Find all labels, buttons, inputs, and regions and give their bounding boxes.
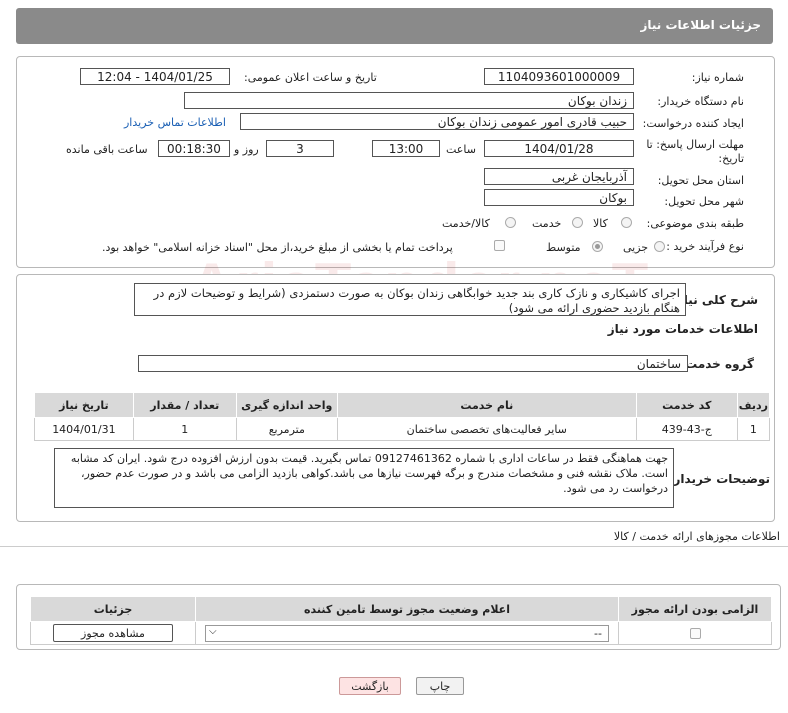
category-option-goods: کالا bbox=[593, 217, 608, 230]
permit-status-select[interactable]: -- ⌵ bbox=[205, 624, 609, 642]
cell-quantity: 1 bbox=[132, 417, 237, 441]
category-radio-goods[interactable] bbox=[621, 217, 632, 228]
services-title: اطلاعات خدمات مورد نیاز bbox=[607, 322, 758, 336]
col-code: کد خدمت bbox=[635, 392, 738, 418]
services-table: ردیف کد خدمت نام خدمت واحد اندازه گیری ت… bbox=[34, 392, 771, 441]
deadline-time-field: 13:00 bbox=[372, 140, 440, 157]
table-row: 1 ج-43-439 سایر فعالیت‌های تخصصی ساختمان… bbox=[34, 417, 771, 441]
deadline-time-label: ساعت bbox=[446, 143, 476, 156]
cell-row: 1 bbox=[736, 417, 771, 441]
days-field: 3 bbox=[266, 140, 334, 157]
creator-field: حبیب قادری امور عمومی زندان بوکان bbox=[240, 113, 634, 130]
city-label: شهر محل تحویل: bbox=[664, 195, 744, 208]
cell-date: 1404/01/31 bbox=[34, 417, 134, 441]
service-group-field: ساختمان bbox=[138, 355, 688, 372]
cell-details: مشاهده مجوز bbox=[30, 621, 196, 645]
cell-required bbox=[618, 621, 772, 645]
col-name: نام خدمت bbox=[336, 392, 637, 418]
need-number-field: 1104093601000009 bbox=[484, 68, 634, 85]
city-field: بوکان bbox=[484, 189, 634, 206]
deadline-label: مهلت ارسال پاسخ: تا bbox=[646, 138, 744, 151]
chevron-down-icon: ⌵ bbox=[209, 625, 217, 637]
deadline-label-date: تاریخ: bbox=[718, 152, 744, 165]
category-option-goods-service: کالا/خدمت bbox=[442, 217, 490, 230]
creator-label: ایجاد کننده درخواست: bbox=[642, 117, 744, 130]
back-button[interactable]: بازگشت bbox=[339, 677, 401, 695]
permits-title: اطلاعات مجوزهای ارائه خدمت / کالا bbox=[613, 530, 780, 543]
page-header: جزئیات اطلاعات نیاز bbox=[16, 8, 773, 44]
summary-textarea[interactable]: اجرای کاشیکاری و نازک کاری بند جدید خواب… bbox=[134, 283, 686, 316]
cell-unit: مترمربع bbox=[235, 417, 338, 441]
buyer-org-label: نام دستگاه خریدار: bbox=[657, 95, 744, 108]
permits-divider bbox=[0, 546, 788, 547]
col-unit: واحد اندازه گیری bbox=[235, 392, 338, 418]
need-number-label: شماره نیاز: bbox=[691, 71, 744, 84]
category-radio-goods-service[interactable] bbox=[505, 217, 516, 228]
announce-date-label: تاریخ و ساعت اعلان عمومی: bbox=[244, 71, 377, 84]
remaining-time-field: 00:18:30 bbox=[158, 140, 230, 157]
buyer-notes-textarea[interactable]: جهت هماهنگی فقط در ساعات اداری با شماره … bbox=[54, 448, 674, 508]
print-button[interactable]: چاپ bbox=[416, 677, 464, 695]
page-title: جزئیات اطلاعات نیاز bbox=[640, 18, 761, 32]
cell-status: -- ⌵ bbox=[195, 621, 619, 645]
col-row: ردیف bbox=[736, 392, 771, 418]
process-label: نوع فرآیند خرید : bbox=[666, 240, 744, 253]
remaining-time-label: ساعت باقی مانده bbox=[66, 143, 148, 156]
category-radio-service[interactable] bbox=[572, 217, 583, 228]
need-info-panel bbox=[16, 56, 775, 268]
service-group-label: گروه خدمت: bbox=[680, 357, 754, 371]
col-date: تاریخ نیاز bbox=[34, 392, 134, 418]
permits-table-header: الزامی بودن ارائه مجوز اعلام وضعیت مجوز … bbox=[30, 596, 772, 622]
services-table-header: ردیف کد خدمت نام خدمت واحد اندازه گیری ت… bbox=[34, 392, 771, 418]
view-permit-button[interactable]: مشاهده مجوز bbox=[53, 624, 173, 642]
permit-status-value: -- bbox=[594, 626, 602, 640]
permits-table: الزامی بودن ارائه مجوز اعلام وضعیت مجوز … bbox=[30, 596, 772, 645]
buyer-notes-label: توضیحات خریدار: bbox=[668, 472, 770, 486]
buyer-contact-link[interactable]: اطلاعات تماس خریدار bbox=[124, 116, 226, 129]
col-quantity: تعداد / مقدار bbox=[132, 392, 237, 418]
buyer-org-field: زندان بوکان bbox=[184, 92, 634, 109]
deadline-date-field: 1404/01/28 bbox=[484, 140, 634, 157]
process-radio-minor[interactable] bbox=[654, 241, 665, 252]
required-checkbox bbox=[689, 628, 701, 639]
table-row: -- ⌵ مشاهده مجوز bbox=[30, 621, 772, 645]
col-details: جزئیات bbox=[30, 596, 196, 622]
province-field: آذربایجان غربی bbox=[484, 168, 634, 185]
cell-code: ج-43-439 bbox=[635, 417, 738, 441]
province-label: استان محل تحویل: bbox=[657, 174, 744, 187]
days-label: روز و bbox=[234, 143, 259, 156]
col-status: اعلام وضعیت مجوز توسط تامین کننده bbox=[195, 596, 619, 622]
category-option-service: خدمت bbox=[532, 217, 562, 230]
announce-date-field: 1404/01/25 - 12:04 bbox=[80, 68, 230, 85]
cell-name: سایر فعالیت‌های تخصصی ساختمان bbox=[336, 417, 637, 441]
category-label: طبقه بندی موضوعی: bbox=[646, 217, 744, 230]
col-required: الزامی بودن ارائه مجوز bbox=[618, 596, 772, 622]
